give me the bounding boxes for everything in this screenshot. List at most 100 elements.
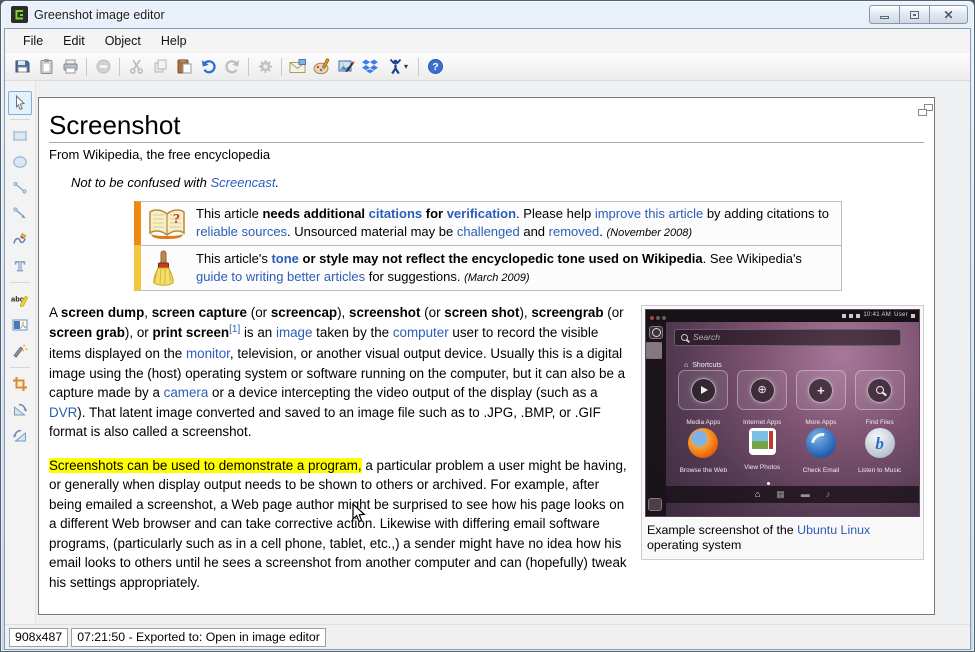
dropbox-button[interactable] [358,55,382,79]
copy-to-clipboard-button[interactable] [34,55,58,79]
arrow-tool[interactable] [8,202,32,226]
greenshot-logo-icon [11,6,28,23]
ellipse-tool[interactable] [8,150,32,174]
restore-button[interactable] [899,5,930,24]
mouse-cursor [352,503,367,524]
home-lens-icon: ⌂ [755,490,760,499]
tool-separator [10,119,30,120]
article-body: 10:41 AM User [49,303,924,592]
text-tool[interactable]: T [8,254,32,278]
broom-icon [146,249,196,287]
effects-tool[interactable] [8,339,32,363]
ubuntu-launcher [646,322,666,516]
delete-button-disabled[interactable] [91,55,115,79]
obfuscate-tool[interactable] [8,313,32,337]
drawing-tool-sidebar: T abc [5,81,36,624]
status-bar: 908x487 07:21:50 - Exported to: Open in … [5,624,970,649]
notice-tone: This article's tone or style may not ref… [134,245,842,291]
hatnote: Not to be confused with Screencast. [71,175,924,190]
email-button[interactable] [286,55,310,79]
menu-object[interactable]: Object [95,30,151,52]
notice-citations-text: This article needs additional citations … [196,205,833,242]
magnify-enlarge-icon[interactable] [918,104,933,116]
chevron-down-icon: ▾ [404,62,408,71]
wiki-subtitle: From Wikipedia, the free encyclopedia [49,147,924,162]
toolbar-separator [86,58,87,76]
ubuntu-dash-lens-bar: ⌂ ▦ ▬ ♪ [666,486,919,503]
minimize-button[interactable] [869,5,900,24]
help-button[interactable]: ? [423,55,447,79]
cut-button-disabled[interactable] [124,55,148,79]
minimize-icon [880,16,889,19]
tool-separator [10,367,30,368]
media-apps-icon [701,386,708,394]
rotate-ccw-tool[interactable] [8,398,32,422]
settings-button-disabled[interactable] [253,55,277,79]
redo-button-disabled[interactable] [220,55,244,79]
trash-icon [648,498,662,511]
greenshot-window: Greenshot image editor ✕ File Edit Objec… [0,0,975,652]
close-button[interactable]: ✕ [929,5,968,24]
toolbar-separator [418,58,419,76]
photos-icon [749,428,776,455]
session-gear-icon [911,314,915,318]
editor-canvas: Screenshot From Wikipedia, the free ency… [36,81,970,624]
menu-bar: File Edit Object Help [5,29,970,53]
print-button[interactable] [58,55,82,79]
main-toolbar: ▾ ? [5,53,970,81]
ubuntu-status-indicators: 10:41 AM User [842,309,915,326]
mail-indicator-icon [842,314,846,318]
window-title: Greenshot image editor [34,8,165,22]
undo-button[interactable] [196,55,220,79]
notice-tone-text: This article's tone or style may not ref… [196,250,833,287]
svg-text:T: T [15,259,25,275]
paste-button[interactable] [172,55,196,79]
ubuntu-top-panel: 10:41 AM User [646,310,919,322]
rotate-cw-tool[interactable] [8,424,32,448]
firefox-icon [688,428,718,458]
find-files-icon [876,386,884,394]
toolbar-separator [281,58,282,76]
more-apps-icon: + [817,384,825,397]
tool-separator [10,282,30,283]
close-icon: ✕ [943,9,953,21]
network-indicator-icon [849,314,853,318]
duplicate-button-disabled[interactable] [148,55,172,79]
restore-icon [910,11,919,19]
cursor-tool[interactable] [8,91,32,115]
ubuntu-window-dots [650,309,668,326]
thumbnail-frame: 10:41 AM User [641,305,924,560]
open-in-editor-button[interactable] [334,55,358,79]
ubuntu-clock: 10:41 AM [863,309,891,326]
files-lens-icon: ▬ [801,490,810,499]
ubuntu-dash-icon [649,326,663,339]
menu-edit[interactable]: Edit [53,30,95,52]
toolbar-separator [248,58,249,76]
ubuntu-screenshot-image: 10:41 AM User [645,309,920,517]
svg-text:?: ? [173,212,180,227]
image-dimensions-status: 908x487 [9,628,68,647]
ubuntu-app-row-2: Browse the Web View Photos Check Email b… [674,428,909,481]
apps-lens-icon: ▦ [776,490,785,499]
export-status-message: 07:21:50 - Exported to: Open in image ed… [71,628,326,647]
captured-image-canvas[interactable]: Screenshot From Wikipedia, the free ency… [38,97,935,615]
upload-person-button[interactable]: ▾ [382,55,414,79]
ubuntu-search-placeholder: Search [693,328,720,348]
title-bar: Greenshot image editor ✕ [4,1,971,28]
crop-tool[interactable] [8,372,32,396]
line-tool[interactable] [8,176,32,200]
toolbar-separator [119,58,120,76]
search-icon [681,334,688,341]
save-button[interactable] [10,55,34,79]
internet-apps-icon: ⊕ [758,385,767,396]
volume-indicator-icon [856,314,860,318]
menu-file[interactable]: File [13,30,53,52]
menu-help[interactable]: Help [151,30,197,52]
thumbnail-caption: Example screenshot of the Ubuntu Linux o… [645,517,920,556]
thunderbird-icon [806,428,836,458]
highlight-tool[interactable]: abc [8,287,32,311]
open-in-paint-button[interactable] [310,55,334,79]
freehand-tool[interactable] [8,228,32,252]
notice-citations: ? This article needs additional citation… [134,201,842,246]
rectangle-tool[interactable] [8,124,32,148]
